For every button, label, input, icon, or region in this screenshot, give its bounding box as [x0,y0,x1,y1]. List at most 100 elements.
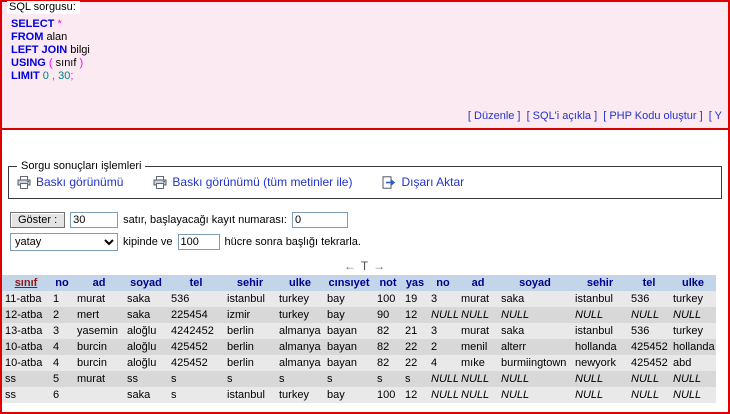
table-cell: NULL [572,371,628,387]
table-cell: bayan [324,323,374,339]
table-cell: bay [324,387,374,403]
table-cell: NULL [428,387,458,403]
table-cell: bay [324,307,374,323]
table-cell: 22 [402,339,428,355]
table-cell: 1 [50,291,74,307]
print-view-link[interactable]: Baskı görünümü [17,175,123,189]
table-cell: menil [458,339,498,355]
table-cell: aloğlu [124,355,168,371]
nav-left-arrow[interactable]: ← [344,259,357,273]
show-button[interactable]: Göster : [10,212,65,228]
table-cell: bayan [324,355,374,371]
table-cell: bay [324,291,374,307]
printer-icon [153,176,167,189]
table-cell: 4 [50,355,74,371]
table-cell: s [168,387,224,403]
column-header-ad[interactable]: ad [458,275,498,291]
table-cell: NULL [572,307,628,323]
table-cell: murat [74,371,124,387]
table-cell: 100 [374,387,402,403]
table-cell: bayan [324,339,374,355]
edit-link[interactable]: [ Düzenle ] [468,110,521,122]
refresh-link[interactable]: [ Y [709,110,722,122]
table-cell: NULL [458,307,498,323]
rows-count-input[interactable] [70,212,118,228]
print-view-full-texts-link[interactable]: Baskı görünümü (tüm metinler ile) [153,175,352,189]
table-cell: saka [124,291,168,307]
table-cell: 3 [428,291,458,307]
results-table: sınıfnoadsoyadtelsehirulkecınsıyetnotyas… [2,275,716,403]
table-cell: berlin [224,323,276,339]
table-cell: 82 [374,339,402,355]
column-header-ulke[interactable]: ulke [276,275,324,291]
printer-icon [17,176,31,189]
table-cell: mert [74,307,124,323]
column-header-cınsıyet[interactable]: cınsıyet [324,275,374,291]
table-cell: almanya [276,339,324,355]
table-cell: istanbul [572,291,628,307]
table-row: 11-atba1muratsaka536istanbulturkeybay100… [2,291,716,307]
column-header-soyad[interactable]: soyad [498,275,572,291]
table-cell: 21 [402,323,428,339]
nav-top-indicator[interactable]: T [361,259,369,273]
table-cell: saka [498,291,572,307]
table-cell: NULL [498,371,572,387]
nav-right-arrow[interactable]: → [373,259,386,273]
table-navigation: ← T → [2,259,728,273]
table-cell: 425452 [628,355,670,371]
column-header-yas[interactable]: yas [402,275,428,291]
table-cell: ss [2,371,50,387]
column-header-sehir[interactable]: sehir [572,275,628,291]
export-icon [382,176,396,189]
table-cell: NULL [670,307,716,323]
table-cell: saka [124,387,168,403]
mode-label: kipinde ve [123,236,173,248]
table-cell: s [168,371,224,387]
table-cell: 90 [374,307,402,323]
table-cell: ss [124,371,168,387]
column-header-no[interactable]: no [50,275,74,291]
table-cell: aloğlu [124,323,168,339]
display-mode-select[interactable]: yatay [10,233,118,251]
column-header-sınıf[interactable]: sınıf [2,275,50,291]
column-header-no[interactable]: no [428,275,458,291]
export-link[interactable]: Dışarı Aktar [382,175,464,189]
results-header: sınıfnoadsoyadtelsehirulkecınsıyetnotyas… [2,275,716,291]
sql-action-links: [ Düzenle ] [ SQL'i açıkla ] [ PHP Kodu … [11,110,722,122]
column-header-tel[interactable]: tel [168,275,224,291]
table-cell: 425452 [628,339,670,355]
table-row: ss5muratssssssssNULLNULLNULLNULLNULLNULL [2,371,716,387]
sql-query-code: SELECT *FROM alanLEFT JOIN bilgiUSING ( … [11,18,722,83]
column-sort-link[interactable]: sınıf [15,277,38,289]
explain-sql-link[interactable]: [ SQL'i açıkla ] [527,110,598,122]
table-cell: 22 [402,355,428,371]
table-cell: 3 [428,323,458,339]
column-header-sehir[interactable]: sehir [224,275,276,291]
table-cell: burmiingtown [498,355,572,371]
table-cell: newyork [572,355,628,371]
rows-label: satır, başlayacağı kayıt numarası: [123,214,287,226]
create-php-code-link[interactable]: [ PHP Kodu oluştur ] [603,110,702,122]
column-header-not[interactable]: not [374,275,402,291]
start-record-input[interactable] [292,212,348,228]
table-cell: burcin [74,355,124,371]
table-cell: murat [458,323,498,339]
table-cell: 12-atba [2,307,50,323]
column-header-tel[interactable]: tel [628,275,670,291]
table-cell: almanya [276,323,324,339]
table-cell: 536 [628,291,670,307]
table-row: ss6sakasistanbulturkeybay10012NULLNULLNU… [2,387,716,403]
table-cell: 12 [402,387,428,403]
table-row: 10-atba4burcinaloğlu425452berlinalmanyab… [2,339,716,355]
column-header-ulke[interactable]: ulke [670,275,716,291]
table-cell: saka [124,307,168,323]
table-cell: 3 [50,323,74,339]
column-header-ad[interactable]: ad [74,275,124,291]
header-row: sınıfnoadsoyadtelsehirulkecınsıyetnotyas… [2,275,716,291]
column-header-soyad[interactable]: soyad [124,275,168,291]
table-row: 10-atba4burcinaloğlu425452berlinalmanyab… [2,355,716,371]
table-cell: NULL [628,307,670,323]
table-cell: almanya [276,355,324,371]
operations-legend: Sorgu sonuçları işlemleri [17,160,145,172]
repeat-headers-input[interactable] [178,234,220,250]
